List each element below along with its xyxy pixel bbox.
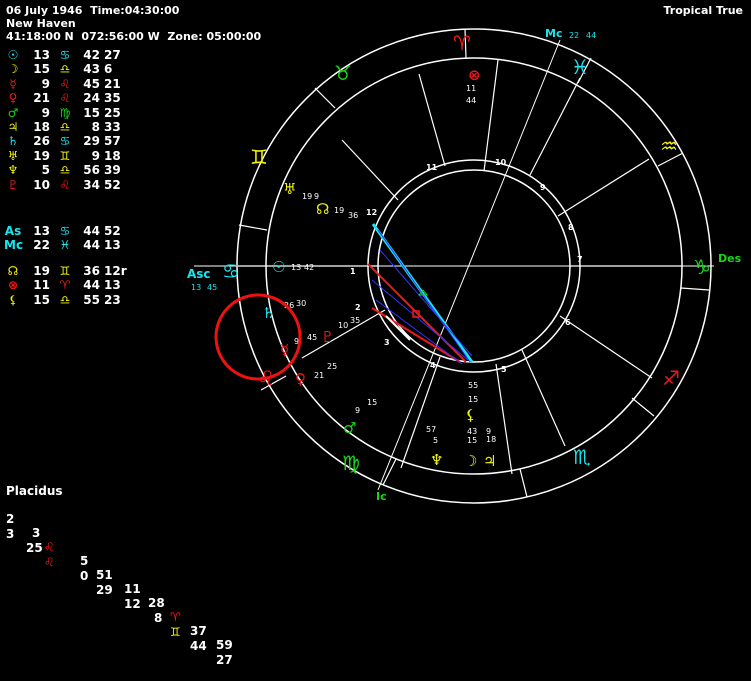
taurus-icon: ♉ <box>334 61 352 85</box>
des-label: Des <box>718 252 742 265</box>
wheel-planet-labels: 11 44 19 9 19 36 13 42 26 30 9 45 10 35 … <box>284 84 496 445</box>
house-number: 10 <box>495 158 507 167</box>
house-number: 3 <box>384 338 390 347</box>
minute-label: 25 <box>327 362 337 371</box>
capricorn-icon: ♑ <box>693 255 711 279</box>
asc-degree: 13 <box>191 283 201 292</box>
cusp-value: 12 <box>124 597 141 611</box>
aquarius-icon: ♒ <box>660 134 678 158</box>
cusp-value: 0 <box>80 569 89 583</box>
jupiter-icon: ♃ <box>483 452 496 470</box>
minute-label: 15 <box>367 398 377 407</box>
minute-label: 45 <box>307 333 317 342</box>
minute-label: 43 <box>467 427 477 436</box>
cusp-value: 51 <box>96 568 113 582</box>
cusp-value: 44 <box>190 639 207 653</box>
gemini-icon: ♊ <box>250 145 268 169</box>
sun-icon: ☉ <box>272 258 285 276</box>
north-node-icon: ☊ <box>316 200 329 218</box>
house-number: 8 <box>568 223 574 232</box>
mc-label: Mc <box>545 27 562 40</box>
degree-label: 19 <box>334 206 344 215</box>
house-number: 2 <box>355 303 361 312</box>
house-number: 9 <box>540 183 546 192</box>
degree-label: 10 <box>338 321 348 330</box>
neptune-icon: ♆ <box>430 451 443 469</box>
mercury-icon: ☿ <box>280 341 289 359</box>
house-number: 4 <box>430 361 436 370</box>
minute-label: 9 <box>486 427 491 436</box>
degree-label: 18 <box>486 435 496 444</box>
asc-label: Asc <box>187 267 211 281</box>
uranus-icon: ♅ <box>283 180 296 198</box>
minute-label: 9 <box>314 192 319 201</box>
virgo-icon: ♍ <box>342 451 360 475</box>
cusp-value: 8 <box>154 611 163 625</box>
house-number: 12 <box>366 208 377 217</box>
degree-label: 11 <box>466 84 476 93</box>
moon-icon: ☽ <box>464 452 477 470</box>
pisces-icon: ♓ <box>571 55 589 79</box>
lilith-icon: ⚸ <box>465 406 476 424</box>
degree-label: 21 <box>314 371 324 380</box>
cusp-value: 25 <box>26 541 43 555</box>
minute-label: 36 <box>348 211 358 220</box>
degree-label: 15 <box>467 436 477 445</box>
minute-label: 42 <box>304 263 314 272</box>
house-cusps-row: 3 25 ♌ 0 29 12 8 ♊ 44 27 <box>6 513 233 681</box>
minute-label: 57 <box>426 425 436 434</box>
cusp-value: 5 <box>80 554 89 568</box>
degree-label: 5 <box>433 436 438 445</box>
house-number: 11 <box>426 163 438 172</box>
scorpio-icon: ♏ <box>573 445 591 469</box>
cusp-value: 27 <box>216 653 233 667</box>
mars-icon: ♂ <box>343 419 356 437</box>
cusp-value: 11 <box>124 582 141 596</box>
degree-label: 15 <box>468 395 478 404</box>
ic-label: Ic <box>376 490 387 503</box>
part-of-fortune-icon: ⊗ <box>468 66 481 84</box>
cancer-icon: ♋ <box>222 259 240 283</box>
leo-icon: ♌ <box>44 540 55 554</box>
leo-icon: ♌ <box>44 555 55 569</box>
saturn-icon: ♄ <box>262 304 275 322</box>
mc-minute: 44 <box>586 31 596 40</box>
cusp-value: 59 <box>216 638 233 652</box>
asc-minute: 45 <box>207 283 217 292</box>
aries-icon: ♈ <box>170 610 181 624</box>
minute-label: 44 <box>466 96 476 105</box>
venus-icon: ♀ <box>295 370 306 388</box>
aries-icon: ♈ <box>453 31 471 55</box>
sagittarius-icon: ♐ <box>662 366 680 390</box>
house-number: 1 <box>350 267 356 276</box>
pluto-icon: ♇ <box>321 328 334 346</box>
minute-label: 55 <box>468 381 478 390</box>
mc-degree: 22 <box>569 31 579 40</box>
house-number: 6 <box>565 318 571 327</box>
cusp-value: 28 <box>148 596 165 610</box>
minute-label: 35 <box>350 316 360 325</box>
degree-label: 13 <box>291 263 301 272</box>
gemini-icon: ♊ <box>170 625 181 639</box>
cusp-value: 37 <box>190 624 207 638</box>
minute-label: 30 <box>296 299 306 308</box>
cusp-value: 29 <box>96 583 113 597</box>
chart-wheel: 1 2 3 4 5 6 7 8 9 10 11 12 ♈ ♉ ♊ ♋ ♌ ♍ ♏… <box>187 27 742 504</box>
degree-label: 9 <box>355 406 360 415</box>
house-number: 7 <box>577 255 583 264</box>
degree-label: 19 <box>302 192 312 201</box>
house-number: 5 <box>501 365 507 374</box>
